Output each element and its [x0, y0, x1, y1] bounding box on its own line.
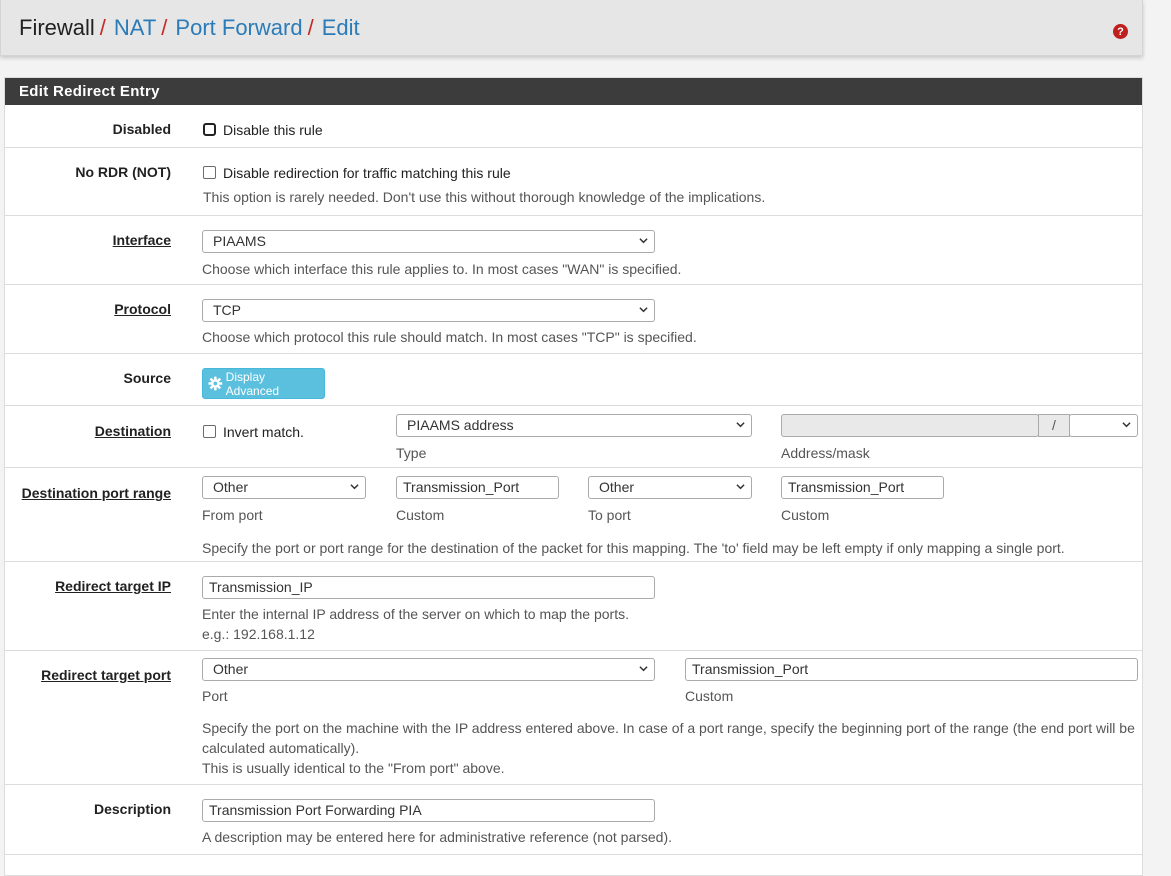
- destination-address-caption: Address/mask: [781, 445, 870, 461]
- to-port-custom-caption: Custom: [781, 507, 830, 523]
- row-redirect-ip: Redirect target IP Transmission_IP Enter…: [5, 562, 1142, 651]
- edit-redirect-panel: Edit Redirect Entry Disabled Disable thi…: [4, 77, 1143, 876]
- chevron-down-icon: [736, 484, 745, 490]
- source-label: Source: [123, 370, 171, 386]
- breadcrumb-separator: /: [307, 14, 314, 40]
- help-icon[interactable]: ?: [1113, 24, 1128, 39]
- nordr-checkbox-label[interactable]: Disable redirection for traffic matching…: [223, 165, 511, 181]
- interface-select[interactable]: PIAAMS: [202, 230, 655, 253]
- from-port-select-value: Other: [213, 479, 249, 495]
- redirect-port-caption: Port: [202, 688, 228, 704]
- display-advanced-button[interactable]: Display Advanced: [202, 368, 325, 399]
- interface-help: Choose which interface this rule applies…: [202, 261, 682, 277]
- redirect-port-help-3: This is usually identical to the "From p…: [202, 760, 505, 776]
- description-label: Description: [93, 801, 171, 817]
- redirect-port-help-2: calculated automatically).: [202, 740, 360, 756]
- row-source: Source Display Advanced: [5, 354, 1142, 406]
- to-port-custom-input[interactable]: Transmission_Port: [781, 476, 944, 499]
- from-port-custom-input[interactable]: Transmission_Port: [396, 476, 559, 499]
- description-help: A description may be entered here for ad…: [202, 829, 673, 845]
- protocol-select-value: TCP: [213, 302, 241, 318]
- disabled-checkbox[interactable]: [203, 123, 216, 137]
- breadcrumb-nat-link[interactable]: NAT: [114, 15, 156, 41]
- destination-invert-checkbox[interactable]: [203, 425, 216, 439]
- from-port-select[interactable]: Other: [202, 476, 366, 499]
- gear-icon: [208, 376, 223, 391]
- redirect-ip-example: e.g.: 192.168.1.12: [202, 626, 315, 642]
- chevron-down-icon: [1122, 422, 1131, 428]
- to-port-caption: To port: [588, 507, 631, 523]
- to-port-select[interactable]: Other: [588, 476, 752, 499]
- row-nordr: No RDR (NOT) Disable redirection for tra…: [5, 148, 1142, 216]
- breadcrumb: Firewall / NAT / Port Forward / Edit ?: [0, 0, 1143, 56]
- row-disabled: Disabled Disable this rule: [5, 105, 1142, 148]
- redirect-ip-input[interactable]: Transmission_IP: [202, 576, 655, 599]
- destination-label: Destination: [94, 423, 171, 439]
- row-interface: Interface PIAAMS Choose which interface …: [5, 216, 1142, 285]
- row-description: Description Transmission Port Forwarding…: [5, 785, 1142, 855]
- panel-title: Edit Redirect Entry: [5, 78, 1142, 105]
- destination-address-input[interactable]: [781, 414, 1039, 437]
- dest-port-range-label: Destination port range: [21, 485, 171, 501]
- breadcrumb-firewall: Firewall: [19, 14, 95, 40]
- chevron-down-icon: [639, 666, 648, 672]
- chevron-down-icon: [639, 238, 648, 244]
- protocol-label: Protocol: [114, 301, 171, 317]
- from-port-custom-caption: Custom: [396, 507, 445, 523]
- redirect-port-help-1: Specify the port on the machine with the…: [202, 720, 1135, 736]
- display-advanced-label: Display Advanced: [225, 369, 280, 398]
- redirect-port-custom-caption: Custom: [685, 688, 734, 704]
- breadcrumb-separator: /: [99, 14, 106, 40]
- redirect-ip-help: Enter the internal IP address of the ser…: [202, 606, 629, 622]
- redirect-port-select-value: Other: [213, 661, 249, 677]
- protocol-help: Choose which protocol this rule should m…: [202, 329, 697, 345]
- disabled-checkbox-group[interactable]: Disable this rule: [203, 121, 323, 139]
- chevron-down-icon: [350, 484, 359, 490]
- interface-label: Interface: [112, 232, 171, 248]
- destination-invert-group[interactable]: Invert match.: [203, 423, 304, 441]
- destination-type-value: PIAAMS address: [407, 417, 514, 433]
- panel-bottom-spacer: [5, 855, 1142, 875]
- nordr-checkbox-group[interactable]: Disable redirection for traffic matching…: [203, 164, 511, 182]
- breadcrumb-separator: /: [161, 14, 168, 40]
- disabled-checkbox-label[interactable]: Disable this rule: [223, 122, 323, 138]
- row-redirect-port: Redirect target port Other Port Transmis…: [5, 651, 1142, 785]
- destination-type-caption: Type: [396, 445, 427, 461]
- chevron-down-icon: [736, 422, 745, 428]
- row-protocol: Protocol TCP Choose which protocol this …: [5, 285, 1142, 354]
- protocol-select[interactable]: TCP: [202, 299, 655, 322]
- dest-port-range-help: Specify the port or port range for the d…: [202, 540, 1065, 556]
- row-dest-port-range: Destination port range Other From port T…: [5, 468, 1142, 562]
- nordr-checkbox[interactable]: [203, 166, 216, 180]
- from-port-caption: From port: [202, 507, 263, 523]
- interface-select-value: PIAAMS: [213, 233, 266, 249]
- destination-invert-label[interactable]: Invert match.: [223, 424, 304, 440]
- redirect-port-select[interactable]: Other: [202, 658, 655, 681]
- redirect-port-label: Redirect target port: [41, 667, 171, 683]
- description-input[interactable]: Transmission Port Forwarding PIA: [202, 799, 655, 822]
- destination-slash: /: [1038, 414, 1070, 437]
- disabled-label: Disabled: [112, 121, 171, 137]
- nordr-help: This option is rarely needed. Don't use …: [203, 189, 766, 205]
- to-port-select-value: Other: [599, 479, 635, 495]
- breadcrumb-port-forward-link[interactable]: Port Forward: [175, 15, 302, 41]
- redirect-port-custom-input[interactable]: Transmission_Port: [685, 658, 1138, 681]
- destination-type-select[interactable]: PIAAMS address: [396, 414, 752, 437]
- nordr-label: No RDR (NOT): [75, 164, 171, 180]
- destination-mask-select[interactable]: [1069, 414, 1138, 437]
- row-destination: Destination Invert match. PIAAMS address…: [5, 406, 1142, 468]
- redirect-ip-label: Redirect target IP: [55, 578, 171, 594]
- chevron-down-icon: [639, 307, 648, 313]
- breadcrumb-edit-link[interactable]: Edit: [322, 15, 360, 41]
